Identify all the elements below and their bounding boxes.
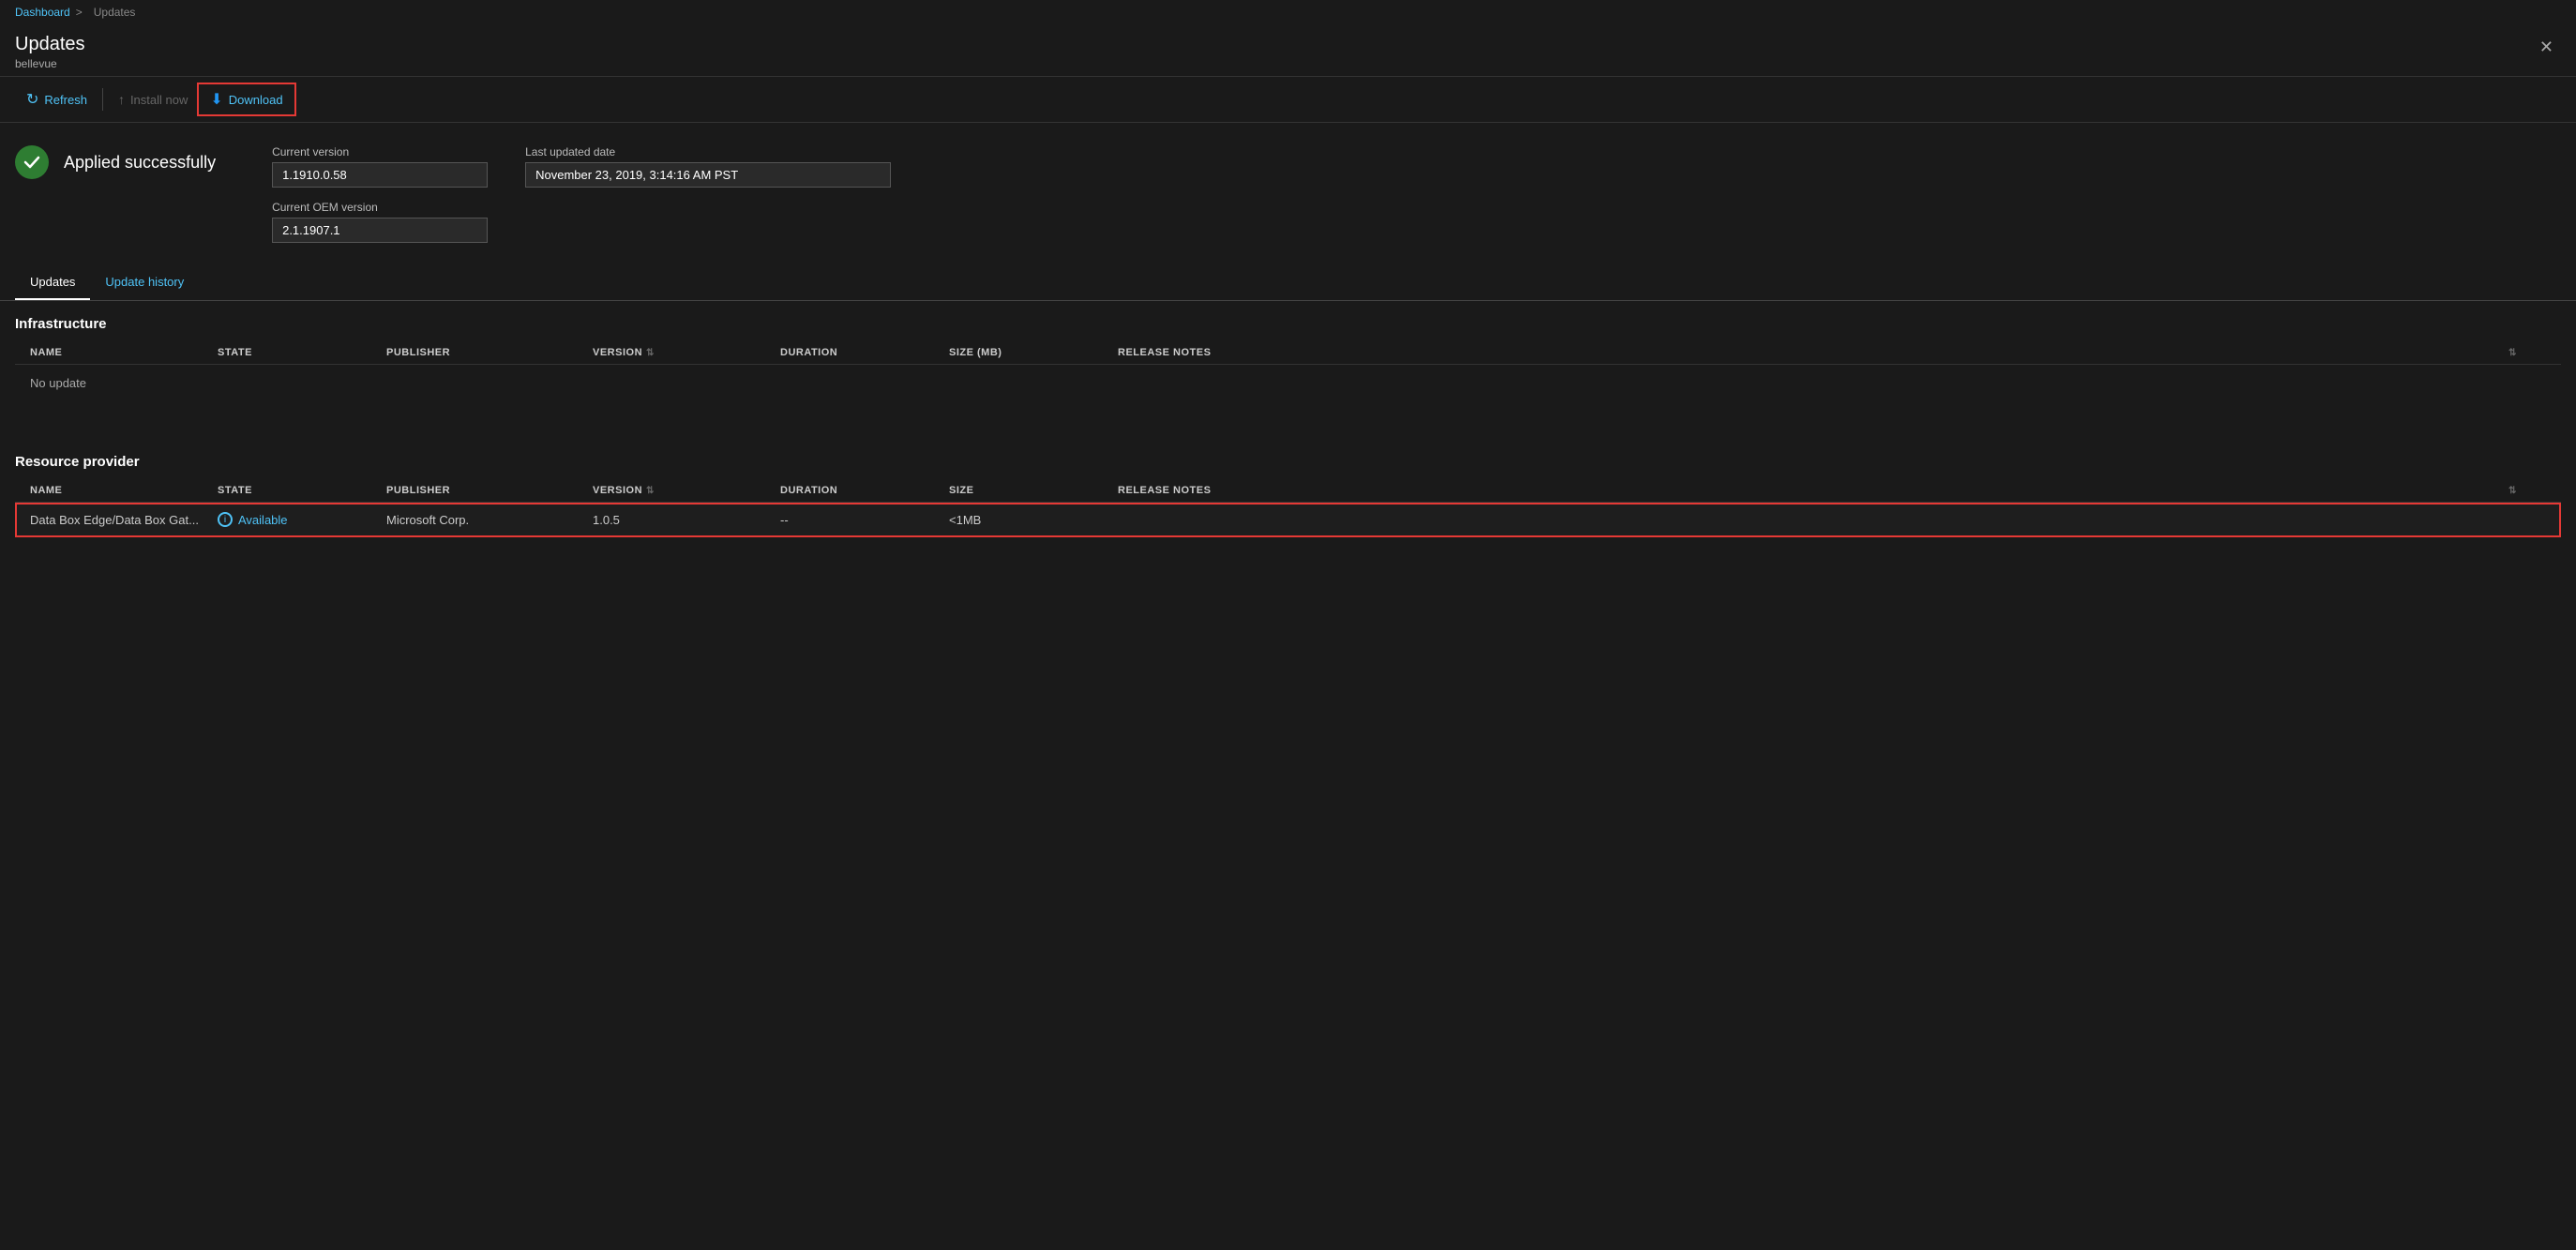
breadcrumb-separator: > [76,6,83,19]
current-oem-group: Current OEM version 2.1.1907.1 [272,201,488,243]
infrastructure-table-header: NAME STATE PUBLISHER VERSION ⇅ DURATION … [15,341,2561,365]
rp-row-publisher: Microsoft Corp. [386,513,593,527]
breadcrumb-current: Updates [94,6,136,19]
rp-col-sort-last[interactable]: ⇅ [2508,485,2546,496]
available-info-icon: i [218,512,233,527]
infrastructure-table: NAME STATE PUBLISHER VERSION ⇅ DURATION … [15,341,2561,401]
rp-col-size: SIZE [949,485,1118,496]
last-sort-icon[interactable]: ⇅ [2508,348,2517,358]
rp-row-duration: -- [780,513,949,527]
current-oem-label: Current OEM version [272,201,488,214]
col-release-notes: RELEASE NOTES [1118,347,2508,358]
close-button[interactable]: ✕ [2532,34,2561,61]
rp-col-publisher: PUBLISHER [386,485,593,496]
tabs: Updates Update history [0,265,2576,301]
install-now-label: Install now [130,93,188,107]
rp-row-state: i Available [218,512,386,527]
refresh-label: Refresh [44,93,87,107]
infrastructure-section: Infrastructure NAME STATE PUBLISHER VERS… [0,301,2576,401]
last-updated-group: Last updated date November 23, 2019, 3:1… [525,145,891,243]
status-section: Applied successfully Current version 1.1… [0,123,2576,265]
toolbar: ↻ Refresh ↑ Install now ⬇ Download [0,77,2576,123]
success-icon [15,145,49,179]
status-text: Applied successfully [64,153,216,173]
infrastructure-title: Infrastructure [15,316,2561,332]
last-updated-label: Last updated date [525,145,891,158]
page-header: Updates bellevue ✕ [0,24,2576,77]
refresh-icon: ↻ [26,90,38,109]
status-left: Applied successfully [15,145,216,179]
toolbar-separator [102,88,103,111]
current-version-group: Current version 1.1910.0.58 [272,145,488,188]
rp-col-version: VERSION ⇅ [593,485,780,496]
col-version: VERSION ⇅ [593,347,780,358]
version-fields: Current version 1.1910.0.58 Current OEM … [272,145,891,243]
col-state: STATE [218,347,386,358]
resource-provider-table-header: NAME STATE PUBLISHER VERSION ⇅ DURATION … [15,479,2561,503]
current-version-label: Current version [272,145,488,158]
rp-row-name: Data Box Edge/Data Box Gat... [30,513,218,527]
page-subtitle: bellevue [15,57,85,70]
tab-updates[interactable]: Updates [15,265,90,300]
install-icon: ↑ [118,92,125,107]
rp-last-sort-icon[interactable]: ⇅ [2508,486,2517,496]
download-icon: ⬇ [210,90,222,109]
resource-provider-table: NAME STATE PUBLISHER VERSION ⇅ DURATION … [15,479,2561,537]
rp-row-version: 1.0.5 [593,513,780,527]
resource-provider-title: Resource provider [15,454,2561,470]
rp-row-size: <1MB [949,513,1118,527]
rp-state-text: Available [238,513,288,527]
last-updated-value: November 23, 2019, 3:14:16 AM PST [525,162,891,188]
download-button[interactable]: ⬇ Download [199,84,294,114]
no-update-text: No update [15,365,2561,401]
rp-col-name: NAME [30,485,218,496]
rp-col-state: STATE [218,485,386,496]
breadcrumb-dashboard-link[interactable]: Dashboard [15,6,70,19]
resource-provider-section: Resource provider NAME STATE PUBLISHER V… [0,439,2576,537]
rp-version-sort-icon[interactable]: ⇅ [646,486,655,496]
tab-update-history[interactable]: Update history [90,265,199,300]
col-name: NAME [30,347,218,358]
col-publisher: PUBLISHER [386,347,593,358]
version-sort-icon[interactable]: ⇅ [646,348,655,358]
col-size-mb: SIZE (MB) [949,347,1118,358]
current-oem-value: 2.1.1907.1 [272,218,488,243]
rp-col-release-notes: RELEASE NOTES [1118,485,2508,496]
rp-col-duration: DURATION [780,485,949,496]
page-title: Updates [15,34,85,55]
breadcrumb: Dashboard > Updates [0,0,2576,24]
download-label: Download [229,93,283,107]
col-duration: DURATION [780,347,949,358]
current-version-value: 1.1910.0.58 [272,162,488,188]
refresh-button[interactable]: ↻ Refresh [15,84,98,114]
col-sort-last[interactable]: ⇅ [2508,347,2546,358]
table-row[interactable]: Data Box Edge/Data Box Gat... i Availabl… [15,503,2561,537]
install-now-button[interactable]: ↑ Install now [107,86,199,113]
